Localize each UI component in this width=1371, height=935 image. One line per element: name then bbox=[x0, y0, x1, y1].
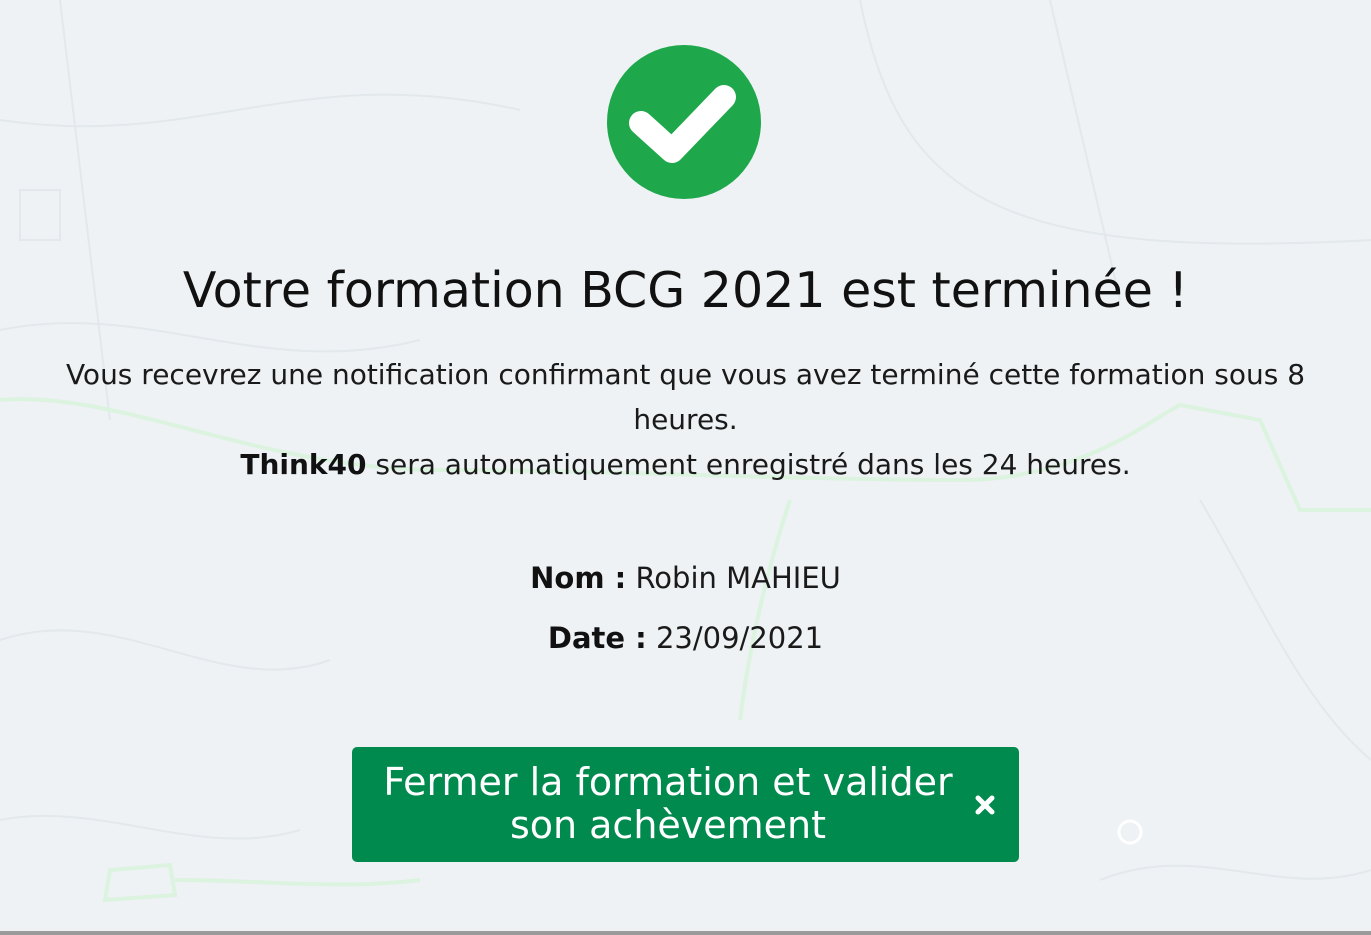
registration-rest: sera automatiquement enregistré dans les… bbox=[366, 448, 1131, 481]
close-button-label: Fermer la formation et valider son achèv… bbox=[383, 760, 953, 847]
organization-name: Think40 bbox=[240, 448, 367, 481]
name-value: Robin MAHIEU bbox=[635, 561, 841, 595]
close-and-validate-button[interactable]: Fermer la formation et valider son achèv… bbox=[352, 747, 1019, 862]
name-row: Nom : Robin MAHIEU bbox=[0, 561, 1371, 595]
bottom-divider bbox=[0, 931, 1371, 935]
name-label: Nom : bbox=[530, 561, 627, 595]
date-row: Date : 23/09/2021 bbox=[0, 621, 1371, 655]
check-circle-icon bbox=[607, 45, 761, 199]
date-value: 23/09/2021 bbox=[655, 621, 824, 655]
close-icon bbox=[975, 795, 995, 815]
notification-text: Vous recevrez une notification confirman… bbox=[65, 358, 1306, 436]
registration-text: Think40 sera automatiquement enregistré … bbox=[40, 442, 1331, 487]
completion-message: Vous recevrez une notification confirman… bbox=[40, 352, 1331, 487]
completion-title: Votre formation BCG 2021 est terminée ! bbox=[182, 262, 1189, 319]
date-label: Date : bbox=[547, 621, 647, 655]
